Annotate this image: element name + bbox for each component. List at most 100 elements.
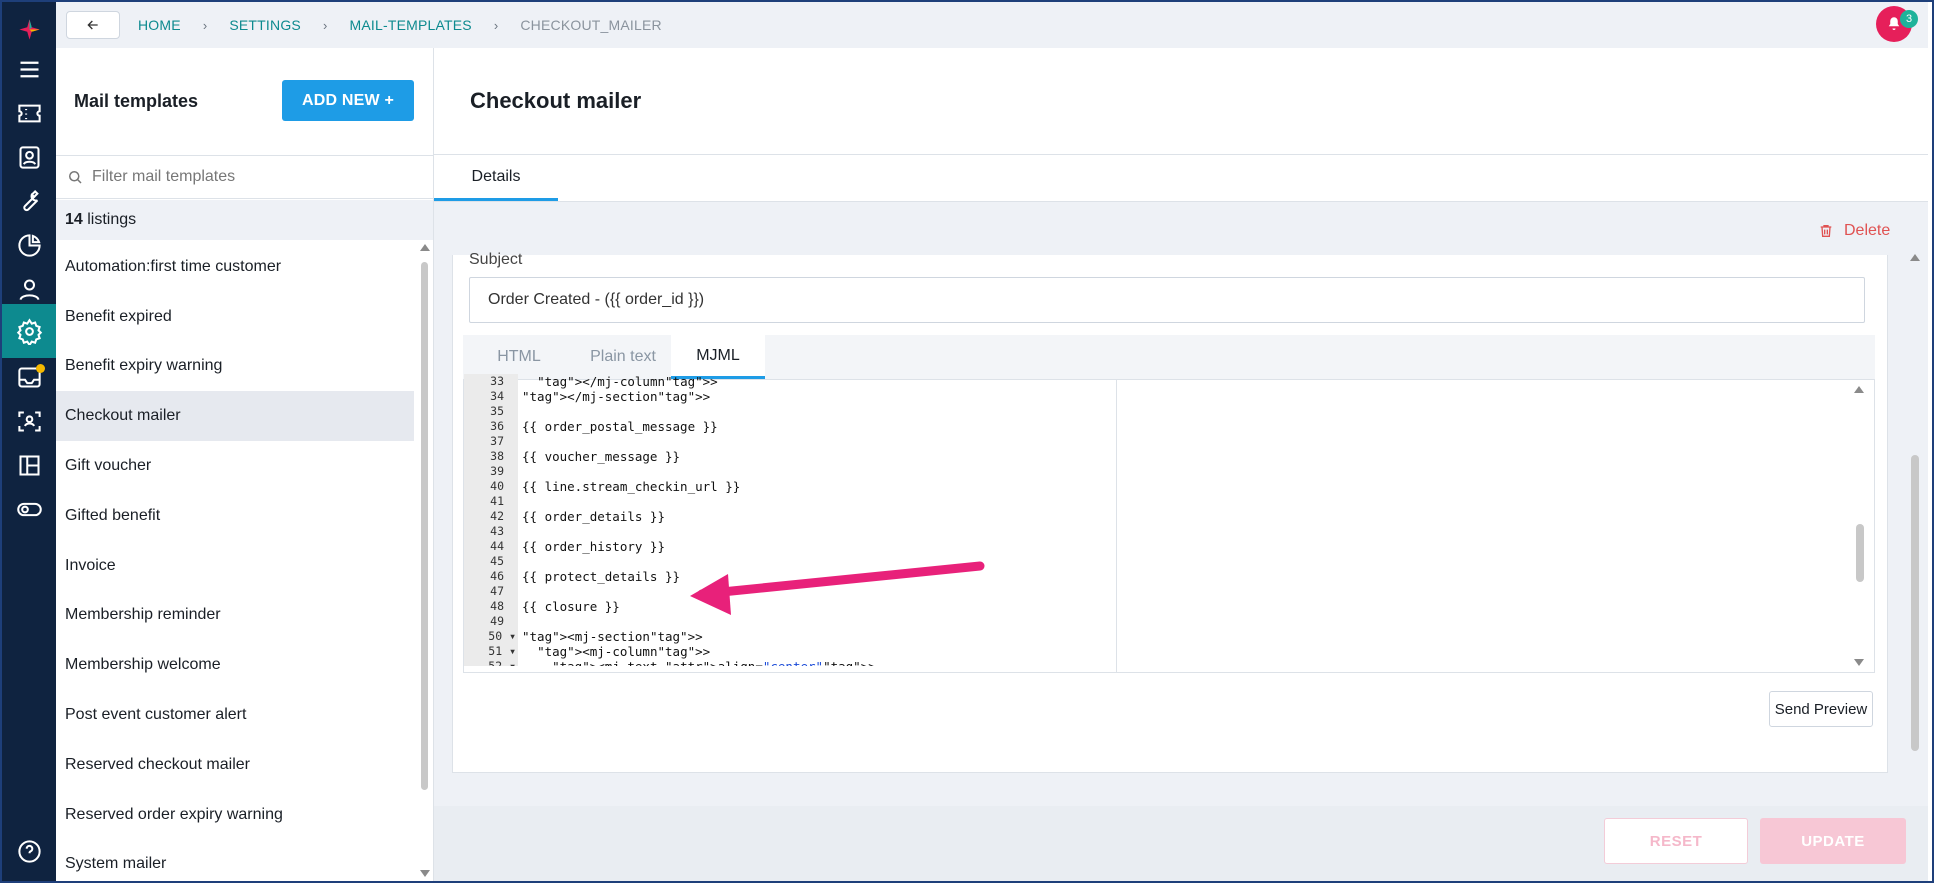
page-title: Checkout mailer: [470, 88, 642, 113]
line-number: 49: [490, 614, 504, 628]
scroll-down-icon[interactable]: [420, 870, 430, 877]
filter-input[interactable]: [92, 168, 412, 186]
template-list: Automation:first time customer Benefit e…: [56, 242, 414, 881]
code-line: "tag"></mj-column"tag">>: [537, 374, 718, 389]
line-number: 40: [490, 479, 504, 493]
code-line: {{ closure }}: [522, 599, 620, 614]
scroll-up-icon[interactable]: [1854, 386, 1864, 393]
code-line: {{ voucher_message }}: [522, 449, 681, 464]
list-item[interactable]: System mailer: [56, 840, 414, 881]
list-item[interactable]: Gifted benefit: [56, 491, 414, 541]
help-icon[interactable]: [2, 824, 56, 878]
list-item[interactable]: Reserved checkout mailer: [56, 740, 414, 790]
main-panel: Checkout mailer Details Delete Subject O…: [434, 48, 1928, 881]
list-item[interactable]: Benefit expired: [56, 292, 414, 342]
list-item[interactable]: Post event customer alert: [56, 690, 414, 740]
code-line: {{ line.stream_checkin_url }}: [522, 479, 741, 494]
subject-field[interactable]: Order Created - ({{ order_id }}): [469, 277, 1865, 323]
code-line: {{ order_postal_message }}: [522, 419, 718, 434]
send-preview-button[interactable]: Send Preview: [1769, 691, 1873, 727]
chevron-right-icon: ›: [493, 17, 499, 33]
editor-divider: [1116, 380, 1117, 672]
app-window: HOME › SETTINGS › MAIL-TEMPLATES › CHECK…: [0, 0, 1934, 883]
tab-plain-text[interactable]: Plain text: [575, 335, 671, 379]
line-number: 46: [490, 569, 504, 583]
line-number: 45: [490, 554, 504, 568]
tab-mjml[interactable]: MJML: [671, 335, 765, 379]
subject-label: Subject: [469, 251, 523, 268]
code-line: "tag"></mj-section"tag">>: [522, 389, 711, 404]
breadcrumb-settings[interactable]: SETTINGS: [229, 17, 301, 33]
code-line: "tag"><mj-column"tag">>: [537, 644, 711, 659]
editor-tabs: HTML Plain text MJML: [463, 335, 1875, 379]
line-number: 34: [490, 389, 504, 403]
top-bar: HOME › SETTINGS › MAIL-TEMPLATES › CHECK…: [56, 2, 1928, 48]
code-line: "tag"><mj-section"tag">>: [522, 629, 703, 644]
template-card: Subject Order Created - ({{ order_id }})…: [452, 251, 1888, 773]
nav-rail: [2, 2, 56, 881]
trash-icon: [1820, 225, 1832, 237]
delete-label: Delete: [1844, 222, 1891, 239]
code-area[interactable]: "tag"></mj-column"tag">> "tag"></mj-secti…: [518, 374, 1118, 666]
listing-count: 14 listings: [56, 200, 433, 240]
count-label: listings: [82, 211, 137, 228]
breadcrumb-current: CHECKOUT_MAILER: [520, 17, 662, 33]
list-item[interactable]: Automation:first time customer: [56, 242, 414, 292]
breadcrumb-home[interactable]: HOME: [138, 17, 181, 33]
scroll-up-icon[interactable]: [420, 244, 430, 251]
code-line: "tag"><mj-text "attr">align="center""tag…: [518, 659, 1118, 666]
list-scrollbar[interactable]: [418, 242, 430, 881]
tab-details[interactable]: Details: [434, 155, 558, 201]
templates-panel: Mail templates ADD NEW + 14 listings Aut…: [56, 48, 434, 881]
line-number: 42: [490, 509, 504, 523]
list-item[interactable]: Benefit expiry warning: [56, 342, 414, 392]
arrow-left-icon: [87, 20, 98, 30]
back-button[interactable]: [66, 11, 120, 39]
update-button[interactable]: UPDATE: [1760, 818, 1906, 864]
list-item[interactable]: Invoice: [56, 541, 414, 591]
list-item[interactable]: Membership reminder: [56, 591, 414, 641]
scrollbar-thumb[interactable]: [421, 262, 428, 790]
line-number: 43: [490, 524, 504, 538]
add-new-button[interactable]: ADD NEW +: [282, 80, 414, 121]
reset-button[interactable]: RESET: [1604, 818, 1748, 864]
code-line: {{ order_details }}: [522, 509, 665, 524]
list-item-selected[interactable]: Checkout mailer: [56, 391, 414, 442]
chevron-right-icon: ›: [322, 17, 328, 33]
list-item[interactable]: Membership welcome: [56, 640, 414, 690]
line-number: 47: [490, 584, 504, 598]
chevron-right-icon: ›: [202, 17, 208, 33]
scrollbar-thumb[interactable]: [1856, 524, 1864, 582]
line-number: 51 ▾: [488, 644, 516, 658]
line-number: 37: [490, 434, 504, 448]
scroll-up-icon[interactable]: [1910, 254, 1920, 261]
code-line: {{ protect_details }}: [522, 569, 681, 584]
list-item[interactable]: Gift voucher: [56, 441, 414, 491]
notification-dot: [36, 364, 45, 373]
line-number: 48: [490, 599, 504, 613]
breadcrumb-mail-templates[interactable]: MAIL-TEMPLATES: [349, 17, 471, 33]
content-scrollbar[interactable]: [1908, 252, 1922, 842]
count-number: 14: [65, 211, 83, 228]
scroll-down-icon[interactable]: [1854, 659, 1864, 666]
editor-scrollbar[interactable]: [1852, 384, 1866, 670]
scrollbar-thumb[interactable]: [1911, 455, 1919, 751]
line-number: 33: [490, 374, 504, 388]
toggle-icon[interactable]: [2, 482, 56, 536]
code-editor[interactable]: 33 34 35 36 37 38 39 40 41 42 43 44 45 46 47 48 49 50 ▾ 51…: [463, 374, 1875, 673]
tab-bar: Details: [434, 154, 1928, 202]
line-number: 39: [490, 464, 504, 478]
delete-button[interactable]: Delete: [1818, 222, 1890, 240]
list-item[interactable]: Reserved order expiry warning: [56, 790, 414, 840]
tab-html[interactable]: HTML: [463, 335, 575, 379]
breadcrumb: HOME › SETTINGS › MAIL-TEMPLATES › CHECK…: [138, 17, 662, 33]
details-content: Delete Subject Order Created - ({{ order…: [434, 202, 1928, 881]
panel-title: Mail templates: [74, 91, 199, 111]
